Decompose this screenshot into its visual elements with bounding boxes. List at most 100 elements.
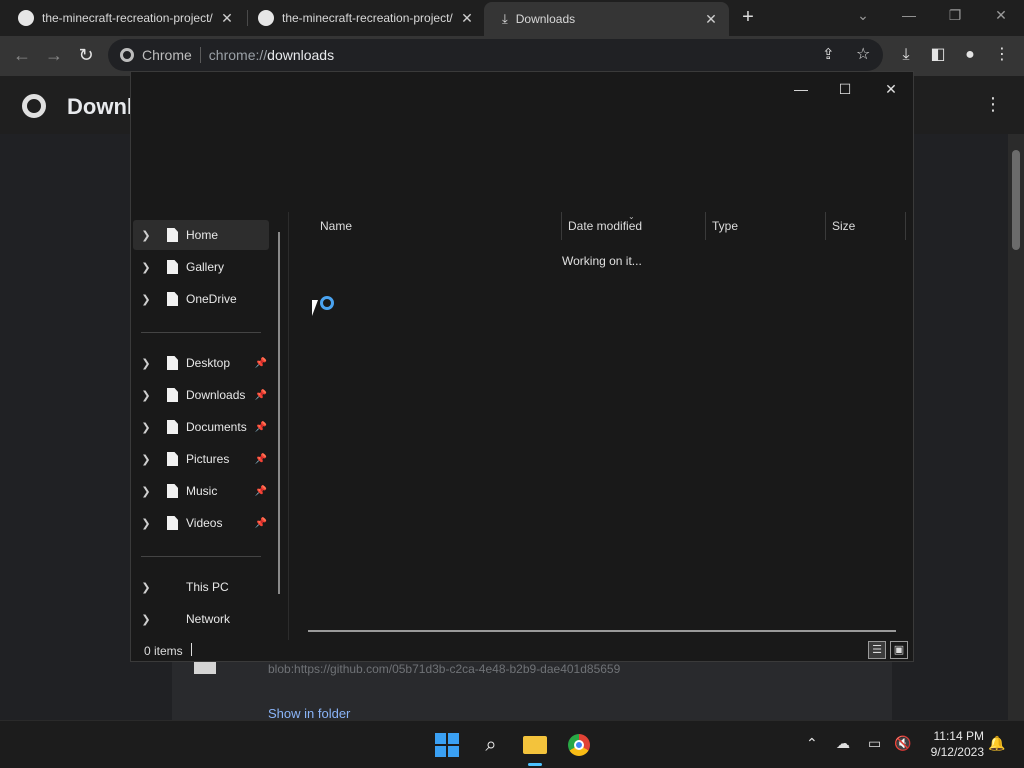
- taskbar: ⌕ ⌃ ☁ ▭ 🔇 11:14 PM 9/12/2023 🔔: [0, 720, 1024, 768]
- network-icon[interactable]: ▭: [868, 735, 881, 752]
- nav-label: OneDrive: [186, 292, 237, 306]
- chevron-right-icon[interactable]: ❯: [133, 581, 159, 594]
- profile-icon[interactable]: ●: [958, 44, 982, 68]
- github-icon: [18, 10, 34, 26]
- address-bar[interactable]: Chrome chrome:// downloads ⇪ ☆: [108, 39, 883, 71]
- close-icon[interactable]: ✕: [869, 76, 913, 102]
- forward-icon[interactable]: →: [42, 44, 66, 68]
- nav-item-network[interactable]: ❯ Network: [133, 604, 269, 634]
- page-scrollbar[interactable]: [1008, 134, 1024, 720]
- minimize-icon[interactable]: —: [886, 4, 932, 28]
- url-scheme: chrome://: [208, 47, 268, 63]
- maximize-icon[interactable]: ☐: [823, 76, 867, 102]
- restore-icon[interactable]: ❐: [932, 4, 978, 28]
- nav-label: Pictures: [186, 452, 230, 466]
- bookmark-star-icon[interactable]: ☆: [856, 44, 870, 64]
- new-tab-button[interactable]: +: [736, 6, 760, 30]
- tab-title: Downloads: [515, 12, 576, 26]
- nav-label: Downloads: [186, 388, 246, 402]
- nav-item-downloads[interactable]: ❯ Downloads 📌: [133, 380, 269, 410]
- kebab-menu-icon[interactable]: ⋮: [984, 94, 1002, 115]
- windows-start-icon[interactable]: [435, 733, 459, 757]
- notification-bell-icon[interactable]: 🔔: [988, 735, 1005, 752]
- tab-github-2[interactable]: the-minecraft-recreation-project/ ✕: [240, 4, 485, 32]
- omnibox-divider: [199, 47, 201, 63]
- chrome-toolbar: ← → ↻ Chrome chrome:// downloads ⇪ ☆ ⤓ ◧…: [0, 36, 1024, 76]
- chevron-down-icon[interactable]: ⌄: [840, 4, 886, 28]
- nav-scrollbar[interactable]: [278, 232, 280, 594]
- tab-github-1[interactable]: the-minecraft-recreation-project/ ✕: [0, 4, 245, 32]
- nav-item-home[interactable]: ❯ Home: [133, 220, 269, 250]
- nav-item-gallery[interactable]: ❯ Gallery: [133, 252, 269, 282]
- chrome-tab-strip: the-minecraft-recreation-project/ ✕ the-…: [0, 0, 1024, 36]
- chevron-up-icon[interactable]: ⌃: [806, 735, 818, 752]
- pin-icon: 📌: [254, 485, 268, 497]
- pin-icon: 📌: [254, 453, 268, 465]
- clock-date: 9/12/2023: [930, 745, 984, 759]
- chevron-right-icon[interactable]: ❯: [133, 517, 159, 530]
- side-panel-icon[interactable]: ◧: [926, 44, 950, 68]
- close-icon[interactable]: ✕: [219, 10, 235, 27]
- kebab-menu-icon[interactable]: ⋮: [990, 44, 1014, 68]
- pin-icon: 📌: [254, 421, 268, 433]
- document-icon: [167, 484, 178, 498]
- sort-caret-icon: ⌄: [628, 212, 635, 221]
- nav-label: Gallery: [186, 260, 225, 274]
- chrome-chip: Chrome: [120, 47, 192, 63]
- share-icon[interactable]: ⇪: [822, 45, 835, 63]
- chip-label: Chrome: [142, 47, 192, 63]
- clock[interactable]: 11:14 PM 9/12/2023: [918, 728, 984, 760]
- onedrive-icon[interactable]: ☁: [836, 735, 850, 752]
- scrollbar-thumb[interactable]: [1012, 150, 1020, 250]
- nav-item-documents[interactable]: ❯ Documents 📌: [133, 412, 269, 442]
- chevron-right-icon[interactable]: ❯: [133, 357, 159, 370]
- chrome-logo-icon: [22, 94, 46, 118]
- close-icon[interactable]: ✕: [459, 10, 475, 27]
- chevron-right-icon[interactable]: ❯: [133, 293, 159, 306]
- show-in-folder-link[interactable]: Show in folder: [268, 706, 350, 721]
- details-view-icon[interactable]: ☰: [868, 641, 886, 659]
- nav-item-desktop[interactable]: ❯ Desktop 📌: [133, 348, 269, 378]
- document-icon: [167, 452, 178, 466]
- file-explorer-icon[interactable]: [519, 729, 551, 761]
- column-header-size[interactable]: Size: [826, 212, 906, 240]
- chrome-icon[interactable]: [563, 729, 595, 761]
- column-header-name[interactable]: Name: [314, 212, 562, 240]
- nav-item-onedrive[interactable]: ❯ OneDrive: [133, 284, 269, 314]
- large-icons-view-icon[interactable]: ▣: [890, 641, 908, 659]
- reload-icon[interactable]: ↻: [74, 44, 98, 68]
- search-icon[interactable]: ⌕: [475, 729, 507, 761]
- nav-divider: [141, 556, 261, 557]
- chevron-right-icon[interactable]: ❯: [133, 613, 159, 626]
- downloads-icon[interactable]: ⤓: [894, 44, 918, 68]
- nav-label: Videos: [186, 516, 223, 530]
- nav-item-pictures[interactable]: ❯ Pictures 📌: [133, 444, 269, 474]
- chevron-right-icon[interactable]: ❯: [133, 261, 159, 274]
- file-list: Name Date modified Type Size ⌄ Working o…: [306, 212, 906, 632]
- volume-muted-icon[interactable]: 🔇: [894, 735, 911, 752]
- tab-downloads[interactable]: ⤓ Downloads ✕: [484, 2, 729, 36]
- nav-item-videos[interactable]: ❯ Videos 📌: [133, 508, 269, 538]
- close-icon[interactable]: ✕: [703, 11, 719, 28]
- loading-spinner-icon: [320, 296, 334, 310]
- chevron-right-icon[interactable]: ❯: [133, 485, 159, 498]
- chevron-right-icon[interactable]: ❯: [133, 421, 159, 434]
- pane-divider[interactable]: [288, 212, 289, 640]
- item-count: 0 items: [144, 644, 183, 658]
- nav-label: Music: [186, 484, 218, 498]
- chevron-right-icon[interactable]: ❯: [133, 229, 159, 242]
- nav-label: Documents: [186, 420, 247, 434]
- nav-item-music[interactable]: ❯ Music 📌: [133, 476, 269, 506]
- back-icon[interactable]: ←: [10, 44, 34, 68]
- mouse-cursor-icon: [312, 300, 318, 316]
- close-window-icon[interactable]: ✕: [978, 4, 1024, 28]
- chevron-right-icon[interactable]: ❯: [133, 453, 159, 466]
- minimize-icon[interactable]: —: [779, 76, 823, 102]
- horizontal-scrollbar[interactable]: [308, 630, 896, 632]
- chrome-logo-icon: [120, 48, 134, 62]
- pin-icon: 📌: [254, 357, 268, 369]
- chevron-right-icon[interactable]: ❯: [133, 389, 159, 402]
- column-header-type[interactable]: Type: [706, 212, 826, 240]
- nav-item-this-pc[interactable]: ❯ This PC: [133, 572, 269, 602]
- download-icon: ⤓: [502, 11, 508, 26]
